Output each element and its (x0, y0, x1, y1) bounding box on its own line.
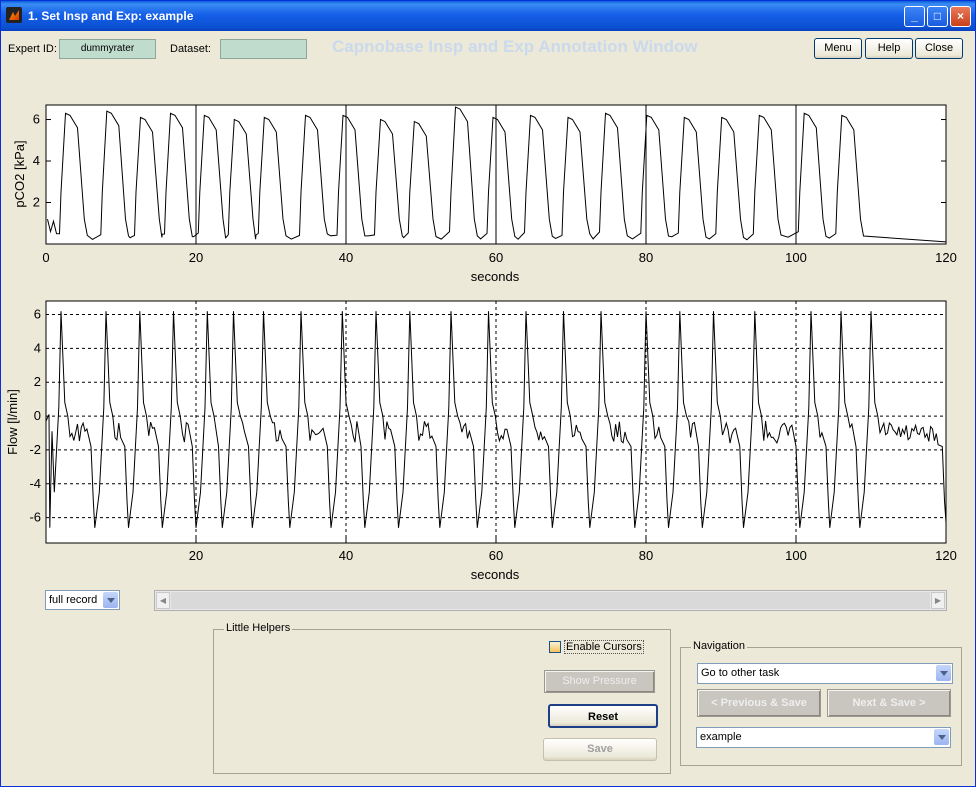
flow-xtick-label: 120 (935, 548, 957, 563)
scroll-track[interactable] (171, 592, 930, 609)
flow-xtick-label: 40 (339, 548, 353, 563)
scroll-right-icon[interactable]: ▶ (931, 592, 945, 609)
chevron-down-icon[interactable] (934, 729, 949, 745)
previous-and-save-button[interactable]: < Previous & Save (697, 689, 821, 717)
next-and-save-button[interactable]: Next & Save > (827, 689, 951, 717)
help-button[interactable]: Help (865, 38, 913, 59)
enable-cursors-label[interactable]: Enable Cursors (564, 640, 644, 654)
pco2-xtick-label: 120 (935, 250, 957, 265)
dataset-field[interactable] (220, 39, 307, 59)
pco2-y-axis-label: pCO2 [kPa] (12, 140, 27, 207)
time-scrollbar[interactable]: ◀ ▶ (154, 590, 947, 611)
enable-cursors-checkbox[interactable] (549, 641, 561, 653)
flow-plot[interactable]: 20 40 60 80 100 1206420-2-4-6 seconds Flow [l… (1, 293, 976, 585)
flow-xtick-label: 100 (785, 548, 807, 563)
pco2-xtick-label: 100 (785, 250, 807, 265)
pco2-xtick-label: 60 (489, 250, 503, 265)
flow-ytick-label: 6 (34, 307, 41, 322)
matlab-figure-window: 1. Set Insp and Exp: example _ □ × Exper… (0, 0, 976, 787)
flow-xtick-label: 80 (639, 548, 653, 563)
flow-y-axis-label: Flow [l/min] (5, 389, 20, 455)
pco2-xtick-label: 40 (339, 250, 353, 265)
pco2-xtick-label: 20 (189, 250, 203, 265)
flow-xtick-label: 60 (489, 548, 503, 563)
pco2-plot[interactable]: 0 20 40 60 80 100 120 2 4 6 seconds pCO2 [kPa] (1, 97, 976, 287)
reset-button[interactable]: Reset (548, 704, 658, 728)
save-button[interactable]: Save (543, 738, 657, 761)
window-heading: Capnobase Insp and Exp Annotation Window (332, 37, 698, 56)
range-select-value: full record (49, 594, 98, 606)
flow-ytick-label: -4 (29, 476, 41, 491)
task-select-value: Go to other task (701, 667, 780, 679)
pco2-xtick-label: 0 (42, 250, 49, 265)
pco2-ytick-label: 6 (33, 112, 40, 127)
dataset-select-value: example (700, 731, 742, 743)
minimize-button[interactable]: _ (904, 6, 925, 27)
chevron-down-icon[interactable] (103, 592, 118, 608)
task-select[interactable]: Go to other task (697, 663, 953, 684)
window-title: 1. Set Insp and Exp: example (28, 9, 194, 23)
flow-ytick-label: 0 (34, 408, 41, 423)
navigation-title: Navigation (691, 640, 747, 652)
range-select[interactable]: full record (45, 590, 120, 610)
close-button[interactable]: Close (915, 38, 963, 59)
flow-ytick-label: 4 (34, 340, 41, 355)
dataset-label: Dataset: (170, 43, 211, 55)
chevron-down-icon[interactable] (936, 665, 951, 681)
flow-ytick-label: -6 (29, 510, 41, 525)
scroll-left-icon[interactable]: ◀ (156, 592, 170, 609)
pco2-ytick-label: 4 (33, 153, 40, 168)
expert-id-label: Expert ID: (8, 43, 57, 55)
little-helpers-title: Little Helpers (224, 622, 293, 634)
flow-ytick-label: -2 (29, 442, 41, 457)
menu-button[interactable]: Menu (814, 38, 862, 59)
close-window-button[interactable]: × (950, 6, 971, 27)
flow-xtick-label: 20 (189, 548, 203, 563)
matlab-logo-icon (6, 7, 22, 23)
flow-x-axis-label: seconds (471, 567, 520, 582)
expert-id-field[interactable]: dummyrater (59, 39, 156, 59)
pco2-xtick-label: 80 (639, 250, 653, 265)
dataset-select[interactable]: example (696, 727, 951, 748)
flow-ytick-label: 2 (34, 374, 41, 389)
title-bar[interactable]: 1. Set Insp and Exp: example _ □ × (1, 1, 975, 31)
show-pressure-button[interactable]: Show Pressure (544, 670, 655, 693)
maximize-button[interactable]: □ (927, 6, 948, 27)
pco2-x-axis-label: seconds (471, 269, 520, 284)
pco2-ytick-label: 2 (33, 195, 40, 210)
